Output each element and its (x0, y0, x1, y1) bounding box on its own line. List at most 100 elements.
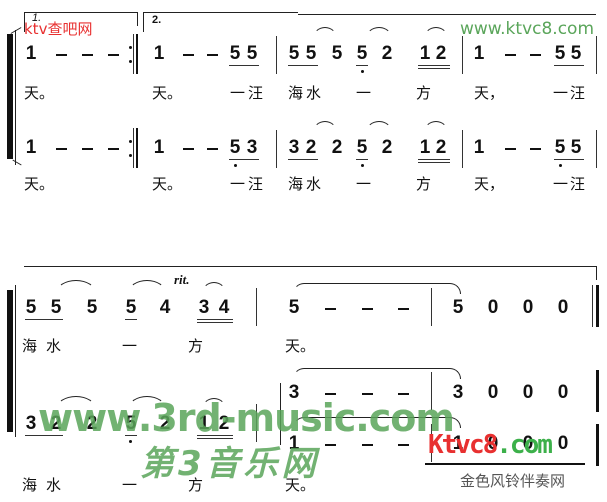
lyric: 方 (188, 337, 204, 355)
brace-bottom-hook (12, 159, 22, 166)
lyric: 海 (288, 175, 304, 193)
underline-eighth (229, 65, 259, 66)
lyric: 水 (306, 175, 322, 193)
barline (276, 130, 277, 168)
underline-sixteenth (197, 322, 233, 323)
lyric: 水 (46, 476, 62, 494)
note: 0 (487, 382, 499, 403)
note: 5 (50, 297, 62, 318)
note: 2 (381, 137, 393, 158)
note: 0 (522, 297, 534, 318)
barline (276, 36, 277, 74)
note: 3 (288, 137, 300, 158)
dash (183, 54, 194, 56)
note: 5 (452, 297, 464, 318)
repeat-dot (129, 154, 132, 157)
lyric: 天。 (152, 175, 183, 193)
lyric: 天， (474, 175, 505, 193)
note: 5 (288, 43, 300, 64)
volta-2-left (143, 12, 144, 32)
note: 1 (25, 43, 37, 64)
system-2-brace-line (15, 285, 16, 437)
dash (398, 444, 409, 446)
note: 2 (381, 43, 393, 64)
system-1-brace (7, 34, 13, 159)
low-octave-dot (129, 440, 132, 443)
dash (398, 393, 409, 395)
lyric: 一 (122, 337, 138, 355)
repeat-dot (129, 140, 132, 143)
final-bar-thin (592, 285, 593, 327)
top-staff-line (298, 14, 596, 15)
watermark-ktvc8-url: www.ktvc8.com (460, 19, 594, 39)
barline (596, 36, 597, 74)
note: 5 (229, 137, 241, 158)
repeat-dot (129, 46, 132, 49)
dash (362, 308, 373, 310)
tie (424, 27, 448, 38)
underline-eighth (356, 65, 368, 66)
note: 0 (557, 382, 569, 403)
underline-eighth (554, 159, 584, 160)
repeat-bar-thick (136, 128, 138, 168)
dash (530, 54, 541, 56)
watermark-3rd-music-url: www.3rd-music.com (38, 396, 455, 440)
barline (431, 288, 432, 326)
lyric: 方 (416, 84, 432, 102)
volta-2-label: 2. (152, 14, 162, 26)
low-octave-dot (361, 164, 364, 167)
lyric: 一 (122, 476, 138, 494)
underline-eighth (229, 159, 259, 160)
underline-sixteenth (418, 68, 450, 69)
underline-eighth (554, 65, 584, 66)
underline-sixteenth (197, 319, 233, 320)
dash (207, 148, 218, 150)
system-1-brace-line (15, 30, 16, 165)
low-octave-dot (559, 164, 562, 167)
lyric: 天。 (24, 84, 55, 102)
dash (505, 54, 516, 56)
note: 5 (570, 137, 582, 158)
lyric: 天， (474, 84, 505, 102)
lyric: 水 (46, 337, 62, 355)
repeat-dot (129, 60, 132, 63)
lyric: 天。 (152, 84, 183, 102)
lyric: 一汪 (553, 84, 588, 102)
dash (325, 444, 336, 446)
note: 1 (473, 43, 485, 64)
note: 5 (305, 43, 317, 64)
volta-1-right (137, 12, 138, 26)
tie (313, 27, 337, 38)
lyric: 一 (356, 84, 372, 102)
note: 5 (554, 43, 566, 64)
underline-eighth (288, 159, 318, 160)
note: 2 (305, 137, 317, 158)
note: 1 (153, 43, 165, 64)
note: 2 (331, 137, 343, 158)
underline-eighth (288, 65, 318, 66)
underline-sixteenth (418, 162, 450, 163)
watermark-3rd-music-cn: 第3音乐网 (140, 444, 320, 484)
underline-eighth (25, 319, 63, 320)
note: 5 (125, 297, 137, 318)
lyric: 天。 (24, 175, 55, 193)
note: 5 (356, 43, 368, 64)
barline (256, 288, 257, 326)
note: 3 (25, 413, 37, 434)
watermark-ktvc8-brand: Ktvc8 (428, 430, 498, 460)
watermark-ktv-chaba: ktv查吧网 (24, 20, 93, 38)
note: 1 (25, 137, 37, 158)
dash (82, 148, 93, 150)
note: 4 (159, 297, 171, 318)
repeat-bar-thick (136, 34, 138, 74)
dash (207, 54, 218, 56)
dash (362, 393, 373, 395)
dash (56, 54, 67, 56)
dash (82, 54, 93, 56)
tie (366, 27, 392, 38)
repeat-bar-thin (133, 128, 134, 168)
dash (398, 308, 409, 310)
final-bar-thick (596, 370, 599, 412)
slur (293, 368, 461, 379)
watermark-ktvc8-text: Ktvc8.com (428, 430, 553, 460)
